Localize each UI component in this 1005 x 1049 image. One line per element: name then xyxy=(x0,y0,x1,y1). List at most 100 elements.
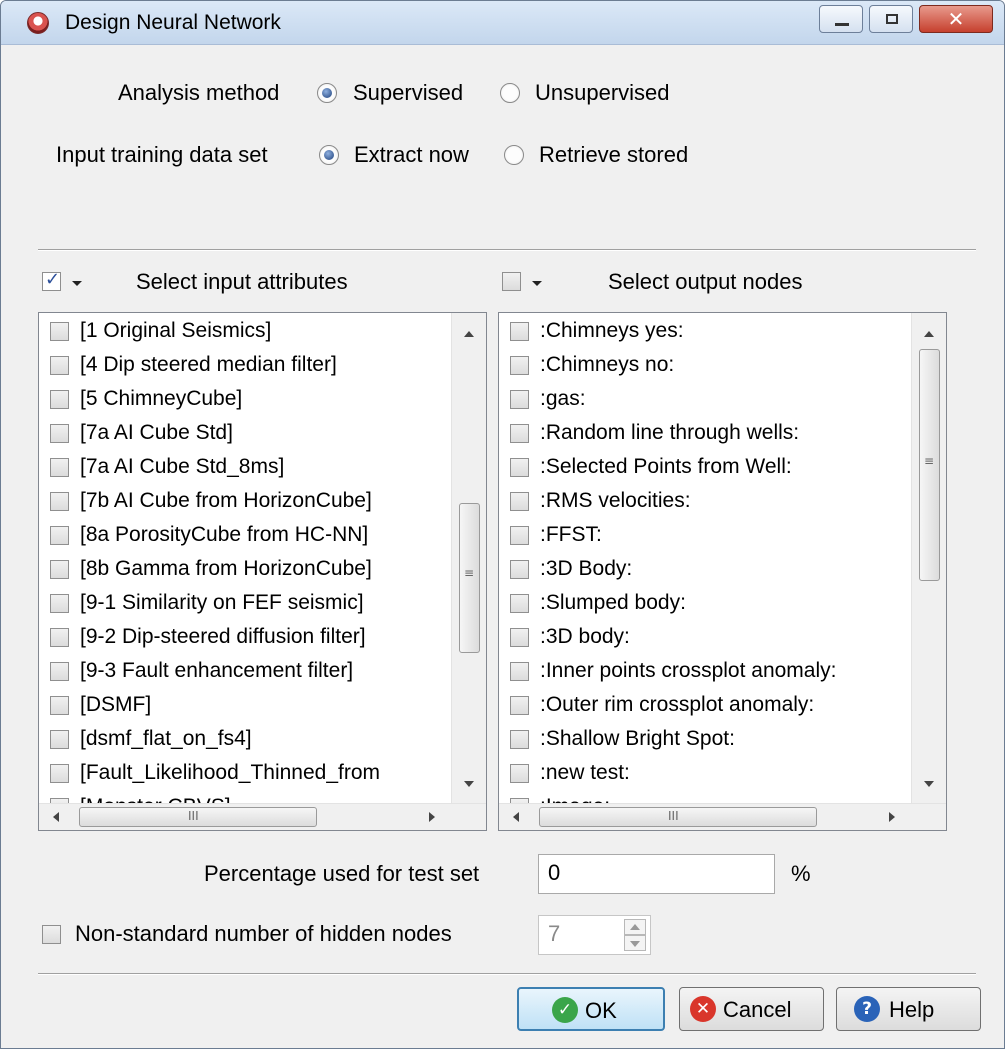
spin-down-button[interactable] xyxy=(624,935,646,951)
output-select-dropdown-icon[interactable] xyxy=(532,281,542,286)
input-list-vscroll[interactable]: ≡ xyxy=(451,313,486,803)
list-item-checkbox[interactable] xyxy=(510,356,529,375)
extract-now-label[interactable]: Extract now xyxy=(354,142,469,168)
list-item[interactable]: [7a AI Cube Std_8ms] xyxy=(39,452,451,486)
list-item[interactable]: [dsmf_flat_on_fs4] xyxy=(39,724,451,758)
list-item-checkbox[interactable] xyxy=(50,696,69,715)
scroll-left-icon[interactable] xyxy=(513,812,519,822)
title-bar[interactable]: Design Neural Network ✕ xyxy=(1,1,1004,45)
list-item[interactable]: :Selected Points from Well: xyxy=(499,452,911,486)
select-all-outputs-checkbox[interactable] xyxy=(502,272,521,291)
list-item-checkbox[interactable] xyxy=(50,356,69,375)
cancel-button[interactable]: ✕ Cancel xyxy=(679,987,824,1031)
extract-now-radio[interactable] xyxy=(319,145,339,165)
hidden-nodes-label[interactable]: Non-standard number of hidden nodes xyxy=(75,921,452,947)
list-item-checkbox[interactable] xyxy=(50,390,69,409)
list-item[interactable]: [1 Original Seismics] xyxy=(39,316,451,350)
minimize-button[interactable] xyxy=(819,5,863,33)
list-item[interactable]: :gas: xyxy=(499,384,911,418)
list-item[interactable]: [4 Dip steered median filter] xyxy=(39,350,451,384)
input-list-hscroll[interactable]: III xyxy=(39,803,486,830)
list-item[interactable]: [9-2 Dip-steered diffusion filter] xyxy=(39,622,451,656)
list-item[interactable]: :3D body: xyxy=(499,622,911,656)
output-list-hscroll[interactable]: III xyxy=(499,803,946,830)
list-item-checkbox[interactable] xyxy=(50,764,69,783)
list-item[interactable]: :RMS velocities: xyxy=(499,486,911,520)
maximize-button[interactable] xyxy=(869,5,913,33)
scroll-right-icon[interactable] xyxy=(889,812,895,822)
list-item[interactable]: [9-1 Similarity on FEF seismic] xyxy=(39,588,451,622)
list-item-checkbox[interactable] xyxy=(510,322,529,341)
list-item-checkbox[interactable] xyxy=(50,594,69,613)
list-item[interactable]: :new test: xyxy=(499,758,911,792)
input-select-dropdown-icon[interactable] xyxy=(72,281,82,286)
list-item[interactable]: [8a PorosityCube from HC-NN] xyxy=(39,520,451,554)
list-item-checkbox[interactable] xyxy=(50,492,69,511)
list-item[interactable]: [5 ChimneyCube] xyxy=(39,384,451,418)
list-item-checkbox[interactable] xyxy=(50,458,69,477)
list-item[interactable]: :Random line through wells: xyxy=(499,418,911,452)
supervised-radio[interactable] xyxy=(317,83,337,103)
ok-button[interactable]: ✓ OK xyxy=(517,987,665,1031)
hidden-nodes-checkbox[interactable] xyxy=(42,925,61,944)
list-item[interactable]: [7a AI Cube Std] xyxy=(39,418,451,452)
hidden-nodes-spinbox[interactable]: 7 xyxy=(538,915,651,955)
list-item[interactable]: [Fault_Likelihood_Thinned_from xyxy=(39,758,451,792)
select-all-inputs-checkbox[interactable]: ✓ xyxy=(42,269,61,291)
scroll-down-icon[interactable] xyxy=(464,781,474,787)
scroll-left-icon[interactable] xyxy=(53,812,59,822)
supervised-label[interactable]: Supervised xyxy=(353,80,463,106)
output-list-vscroll[interactable]: ≡ xyxy=(911,313,946,803)
test-set-percentage-input[interactable]: 0 xyxy=(538,854,775,894)
list-item-checkbox[interactable] xyxy=(50,730,69,749)
list-item-checkbox[interactable] xyxy=(510,424,529,443)
list-item[interactable]: :3D Body: xyxy=(499,554,911,588)
list-item-checkbox[interactable] xyxy=(510,764,529,783)
close-button[interactable]: ✕ xyxy=(919,5,993,33)
list-item-checkbox[interactable] xyxy=(510,526,529,545)
output-vscroll-thumb[interactable]: ≡ xyxy=(919,349,940,581)
list-item[interactable]: [9-3 Fault enhancement filter] xyxy=(39,656,451,690)
scroll-up-icon[interactable] xyxy=(464,331,474,337)
unsupervised-radio[interactable] xyxy=(500,83,520,103)
list-item-checkbox[interactable] xyxy=(50,526,69,545)
input-attributes-list[interactable]: [1 Original Seismics] [4 Dip steered medi… xyxy=(38,312,487,831)
list-item[interactable]: :Shallow Bright Spot: xyxy=(499,724,911,758)
list-item-checkbox[interactable] xyxy=(50,560,69,579)
retrieve-stored-label[interactable]: Retrieve stored xyxy=(539,142,688,168)
checkmark-icon: ✓ xyxy=(45,269,61,290)
output-nodes-list[interactable]: :Chimneys yes::Chimneys no::gas::Random … xyxy=(498,312,947,831)
unsupervised-label[interactable]: Unsupervised xyxy=(535,80,670,106)
list-item-checkbox[interactable] xyxy=(510,594,529,613)
spin-up-button[interactable] xyxy=(624,919,646,935)
input-vscroll-thumb[interactable]: ≡ xyxy=(459,503,480,653)
list-item-checkbox[interactable] xyxy=(50,322,69,341)
output-hscroll-thumb[interactable]: III xyxy=(539,807,817,827)
scroll-right-icon[interactable] xyxy=(429,812,435,822)
scroll-down-icon[interactable] xyxy=(924,781,934,787)
scroll-up-icon[interactable] xyxy=(924,331,934,337)
list-item-checkbox[interactable] xyxy=(50,662,69,681)
list-item[interactable]: :Outer rim crossplot anomaly: xyxy=(499,690,911,724)
list-item-checkbox[interactable] xyxy=(510,492,529,511)
list-item[interactable]: :Chimneys no: xyxy=(499,350,911,384)
list-item[interactable]: :Slumped body: xyxy=(499,588,911,622)
list-item[interactable]: :Inner points crossplot anomaly: xyxy=(499,656,911,690)
list-item[interactable]: [8b Gamma from HorizonCube] xyxy=(39,554,451,588)
help-button[interactable]: ? Help xyxy=(836,987,981,1031)
list-item[interactable]: :FFST: xyxy=(499,520,911,554)
list-item[interactable]: :Chimneys yes: xyxy=(499,316,911,350)
list-item-checkbox[interactable] xyxy=(510,730,529,749)
list-item[interactable]: [7b AI Cube from HorizonCube] xyxy=(39,486,451,520)
list-item-checkbox[interactable] xyxy=(510,458,529,477)
list-item-checkbox[interactable] xyxy=(50,628,69,647)
list-item[interactable]: [DSMF] xyxy=(39,690,451,724)
list-item-checkbox[interactable] xyxy=(510,628,529,647)
input-hscroll-thumb[interactable]: III xyxy=(79,807,317,827)
list-item-checkbox[interactable] xyxy=(510,560,529,579)
list-item-checkbox[interactable] xyxy=(510,696,529,715)
list-item-checkbox[interactable] xyxy=(510,662,529,681)
retrieve-stored-radio[interactable] xyxy=(504,145,524,165)
list-item-checkbox[interactable] xyxy=(510,390,529,409)
list-item-checkbox[interactable] xyxy=(50,424,69,443)
